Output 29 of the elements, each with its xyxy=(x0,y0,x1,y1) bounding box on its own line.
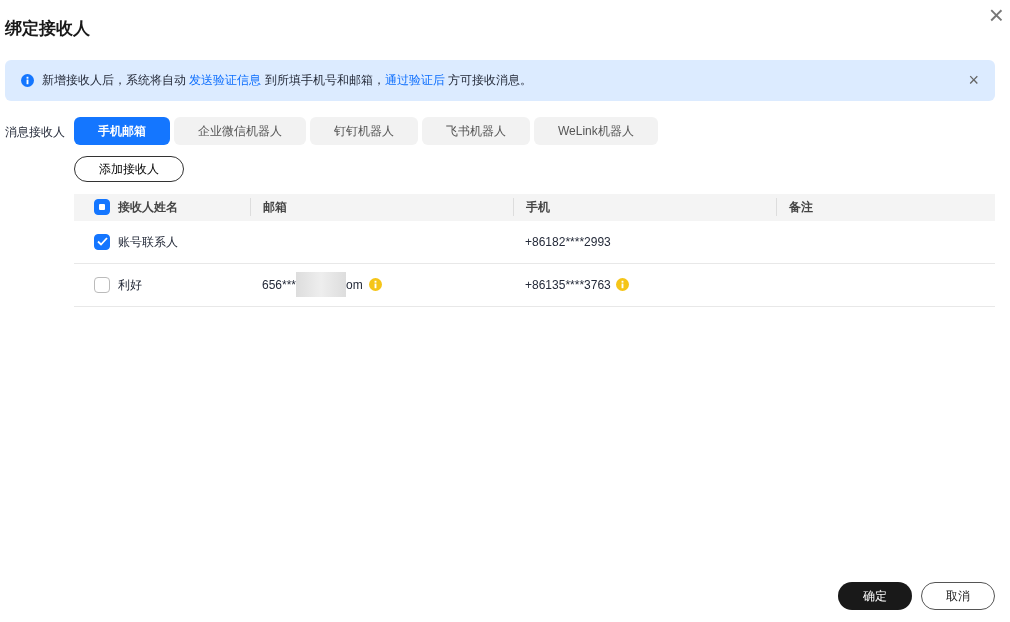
checkbox[interactable] xyxy=(94,199,110,215)
banner-message: 新增接收人后，系统将自动 发送验证信息 到所填手机号和邮箱，通过验证后 方可接收消息。 xyxy=(42,72,534,89)
tab[interactable]: 企业微信机器人 xyxy=(174,116,306,145)
info-icon xyxy=(21,73,34,87)
column-header: 备注 xyxy=(789,200,813,214)
tab[interactable]: WeLink机器人 xyxy=(534,116,658,145)
tab[interactable]: 飞书机器人 xyxy=(422,116,530,145)
table-cell-text: om xyxy=(346,276,363,294)
close-button[interactable]: × xyxy=(988,2,1004,28)
column-header: 邮箱 xyxy=(263,199,287,216)
column-header: 接收人姓名 xyxy=(118,199,178,216)
checkbox[interactable] xyxy=(94,233,110,250)
column-header: 手机 xyxy=(526,199,550,216)
cancel-button[interactable]: 取消 xyxy=(921,582,995,610)
banner-link[interactable]: 通过验证后 xyxy=(384,73,445,87)
field-label: 消息接收人 xyxy=(5,123,66,141)
table-cell-text: +86135****3763 xyxy=(525,276,611,294)
table-cell-text: 656*** xyxy=(262,276,297,294)
checkbox[interactable] xyxy=(94,276,110,293)
confirm-button[interactable]: 确定 xyxy=(838,582,912,610)
dismiss-button[interactable]: × xyxy=(968,71,979,89)
dialog-title: 绑定接收人 xyxy=(5,18,91,40)
banner-link[interactable]: 发送验证信息 xyxy=(189,73,262,87)
table-cell-text: +86182****2993 xyxy=(525,233,611,251)
tab[interactable]: 手机邮箱 xyxy=(74,116,170,145)
table-cell-text: 利好 xyxy=(118,276,142,294)
table-cell-text: 账号联系人 xyxy=(118,233,178,251)
tab[interactable]: 钉钉机器人 xyxy=(310,116,418,145)
add-recipient-button[interactable]: 添加接收人 xyxy=(74,155,184,182)
